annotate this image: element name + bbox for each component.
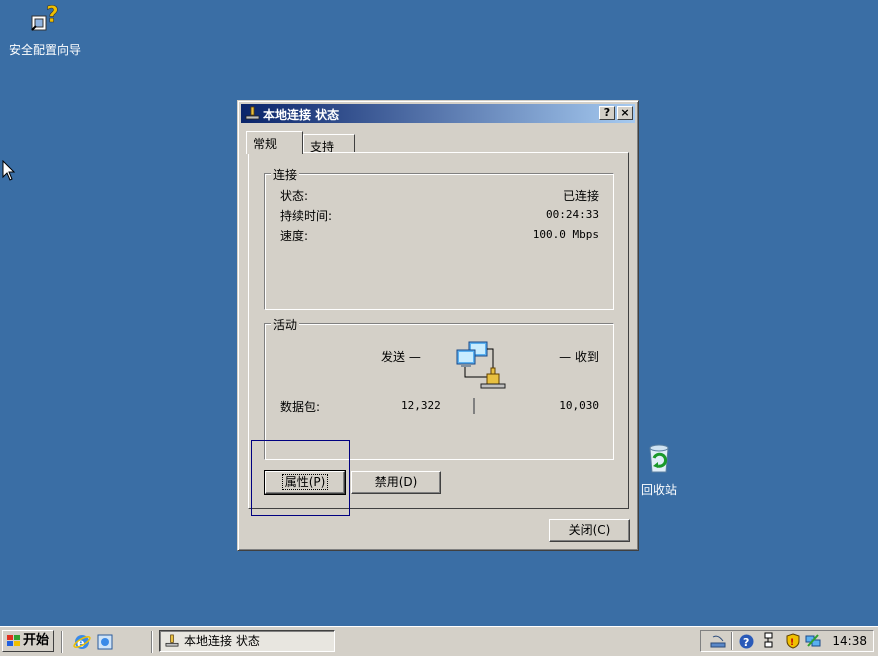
start-button[interactable]: 开始 xyxy=(2,630,54,652)
duration-value: 00:24:33 xyxy=(546,208,599,221)
svg-text:!: ! xyxy=(790,638,794,648)
close-button[interactable]: 关闭(C) xyxy=(549,519,630,542)
properties-button[interactable]: 属性(P) xyxy=(264,470,346,495)
tab-panel-general: 连接 状态: 已连接 持续时间: 00:24:33 速度: 100.0 Mbps… xyxy=(248,152,629,509)
taskbar-separator xyxy=(61,631,63,653)
explorer-icon[interactable] xyxy=(96,633,114,651)
received-label: — 收到 xyxy=(559,350,599,364)
windows-logo-icon xyxy=(7,635,20,646)
speed-value: 100.0 Mbps xyxy=(532,228,599,241)
status-label: 状态: xyxy=(280,189,309,203)
packets-received-value: 10,030 xyxy=(559,399,599,412)
mouse-cursor-icon xyxy=(2,160,16,181)
network-activity-icon xyxy=(456,341,506,389)
properties-button-label: 属性(P) xyxy=(281,474,329,490)
sent-label: 发送 — xyxy=(381,350,421,364)
help-button[interactable]: ? xyxy=(599,106,615,120)
connection-group: 连接 状态: 已连接 持续时间: 00:24:33 速度: 100.0 Mbps xyxy=(264,166,614,310)
svg-text:?: ? xyxy=(46,3,59,28)
network-connection-icon xyxy=(245,106,260,120)
network-lan-icon[interactable] xyxy=(805,633,821,649)
network-connection-icon xyxy=(165,634,179,647)
taskbar-item-label: 本地连接 状态 xyxy=(184,634,260,648)
network-status-icon[interactable] xyxy=(763,632,775,650)
tray-separator xyxy=(731,632,733,650)
activity-divider xyxy=(473,398,475,414)
internet-explorer-icon[interactable]: e xyxy=(73,633,91,651)
speed-label: 速度: xyxy=(280,229,309,243)
security-wizard-icon: ? xyxy=(31,3,59,31)
recycle-bin-icon xyxy=(649,444,669,473)
duration-label: 持续时间: xyxy=(280,209,333,223)
packets-label: 数据包: xyxy=(280,400,321,414)
taskbar-separator xyxy=(151,631,153,653)
tab-general[interactable]: 常规 xyxy=(246,131,303,154)
status-value: 已连接 xyxy=(562,189,599,203)
close-button-label: 关闭(C) xyxy=(568,523,611,537)
svg-text:?: ? xyxy=(743,636,749,649)
connection-group-label: 连接 xyxy=(271,166,300,183)
dialog-title: 本地连接 状态 xyxy=(263,108,340,122)
desktop-icon-security-wizard[interactable]: ? 安全配置向导 xyxy=(0,2,90,58)
start-button-label: 开始 xyxy=(23,633,50,648)
close-window-button[interactable]: × xyxy=(617,106,633,120)
desktop-icon-label: 安全配置向导 xyxy=(8,43,81,57)
dialog-titlebar[interactable]: 本地连接 状态 ? × xyxy=(241,104,635,123)
activity-group: 活动 发送 — — 收到 数据包: 12,322 10,030 xyxy=(264,316,614,460)
tab-support[interactable]: 支持 xyxy=(303,134,355,154)
connection-status-dialog: 本地连接 状态 ? × 常规 支持 连接 状态: 已连接 持续时间: 00:24… xyxy=(237,100,639,551)
disable-button[interactable]: 禁用(D) xyxy=(351,471,441,494)
security-shield-icon[interactable]: ! xyxy=(785,633,801,649)
system-tray: ? ! 14:38 xyxy=(700,630,874,652)
help-icon[interactable]: ? xyxy=(739,634,754,649)
speaker-icon[interactable] xyxy=(709,633,727,649)
taskbar-item-connection-status[interactable]: 本地连接 状态 xyxy=(159,630,335,652)
tab-general-label: 常规 xyxy=(253,137,278,151)
activity-group-label: 活动 xyxy=(271,316,300,333)
clock[interactable]: 14:38 xyxy=(832,634,867,648)
packets-sent-value: 12,322 xyxy=(401,399,441,412)
disable-button-label: 禁用(D) xyxy=(374,475,418,489)
taskbar: 开始 e 本地连接 状态 ? ! 14:38 xyxy=(0,626,878,656)
